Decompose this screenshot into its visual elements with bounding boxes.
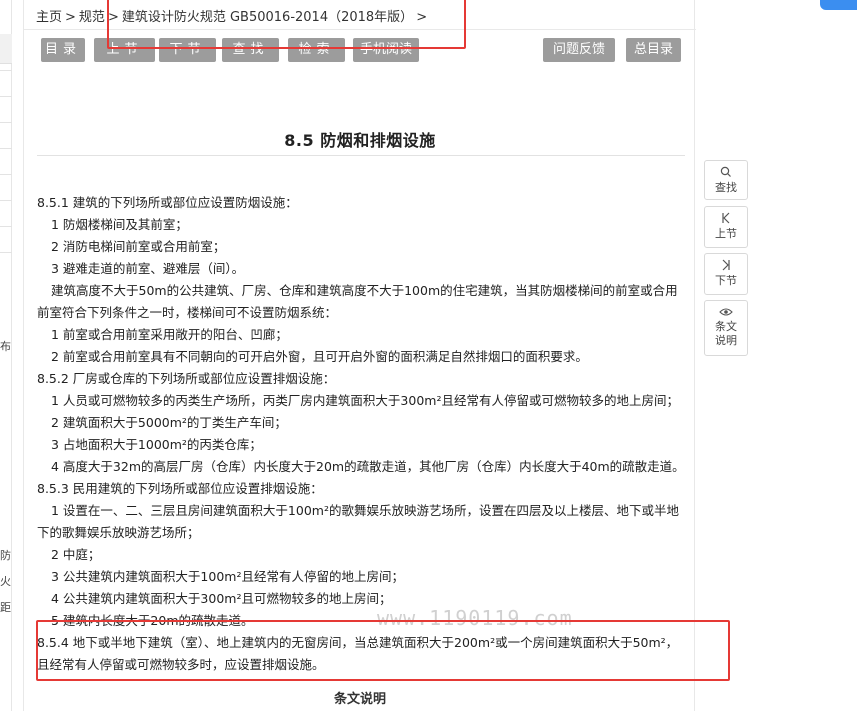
divider <box>37 155 685 156</box>
clause-item-continued: 下的歌舞娱乐放映游艺场所； <box>37 525 200 540</box>
clause-item: 1 防烟楼梯间及其前室； <box>51 217 188 232</box>
breadcrumb-standards[interactable]: 规范 <box>79 10 105 25</box>
document-panel: 主页 > 规范 > 建筑设计防火规范 GB50016-2014（2018年版） > 目录 … <box>23 0 696 711</box>
clause-item: 3 避难走道的前室、避难层（间）。 <box>51 261 245 276</box>
divider <box>0 122 12 123</box>
clause-heading: 8.5.3 民用建筑的下列场所或部位应设置排烟设施： <box>37 481 323 496</box>
clause-item: 2 前室或合用前室具有不同朝向的可开启外窗，且可开启外窗的面积满足自然排烟口的面… <box>51 349 588 364</box>
clause-item: 2 建筑面积大于5000m²的丁类生产车间； <box>51 415 287 430</box>
side-prev-label: 上节 <box>715 227 737 240</box>
side-find-label: 查找 <box>715 181 737 194</box>
clause-item: 3 公共建筑内建筑面积大于100m²且经常有人停留的地上房间； <box>51 569 404 584</box>
left-sidebar-tab[interactable] <box>0 34 12 64</box>
side-next-button[interactable]: 下节 <box>704 253 748 295</box>
breadcrumb-home[interactable]: 主页 <box>36 10 62 25</box>
divider <box>0 252 12 253</box>
left-text-fragment: 距 <box>0 601 11 614</box>
skip-forward-icon <box>705 259 747 274</box>
side-prev-button[interactable]: 上节 <box>704 206 748 248</box>
divider <box>0 70 12 71</box>
clause-item: 1 前室或合用前室采用敞开的阳台、凹廊； <box>51 327 288 342</box>
clause-item: 4 高度大于32m的高层厂房（仓库）内长度大于20m的疏散走道，其他厂房（仓库）… <box>51 459 685 474</box>
divider <box>0 96 12 97</box>
clause-paragraph: 建筑高度不大于50m的公共建筑、厂房、仓库和建筑高度不大于100m的住宅建筑，当… <box>51 283 678 298</box>
side-next-label: 下节 <box>715 274 737 287</box>
side-notes-label-line2: 说明 <box>715 334 737 347</box>
skip-back-icon <box>705 212 747 227</box>
divider <box>0 226 12 227</box>
clause-item: 1 设置在一、二、三层且房间建筑面积大于100m²的歌舞娱乐放映游艺场所，设置在… <box>51 503 679 518</box>
corner-widget[interactable] <box>820 0 857 10</box>
section-body: 8.5.1 建筑的下列场所或部位应设置防烟设施： 1 防烟楼梯间及其前室； 2 … <box>37 192 692 676</box>
search-icon <box>705 166 747 181</box>
clause-item: 2 中庭； <box>51 547 101 562</box>
eye-icon <box>705 306 747 320</box>
divider <box>0 148 12 149</box>
feedback-button[interactable]: 问题反馈 <box>543 38 615 62</box>
divider <box>0 200 12 201</box>
toc-button[interactable]: 目录 <box>41 38 85 62</box>
clause-notes-heading[interactable]: 条文说明 <box>24 688 696 707</box>
master-toc-button[interactable]: 总目录 <box>626 38 681 62</box>
clause-paragraph-continued: 前室符合下列条件之一时，楼梯间可不设置防烟系统： <box>37 305 338 320</box>
side-notes-button[interactable]: 条文 说明 <box>704 300 748 356</box>
clause-heading: 8.5.1 建筑的下列场所或部位应设置防烟设施： <box>37 195 298 210</box>
page-title: 8.5 防烟和排烟设施 <box>284 131 436 150</box>
clause-item: 2 消防电梯间前室或合用前室； <box>51 239 226 254</box>
highlight-box-title <box>107 0 466 49</box>
left-text-fragment: 火 <box>0 575 11 588</box>
side-notes-label-line1: 条文 <box>715 320 737 333</box>
clause-item: 4 公共建筑内建筑面积大于300m²且可燃物较多的地上房间； <box>51 591 392 606</box>
clause-item: 3 占地面积大于1000m²的丙类仓库； <box>51 437 262 452</box>
left-sidebar-edge: 布 防 火 距 <box>0 0 12 711</box>
left-text-fragment: 布 <box>0 340 11 353</box>
clause-heading: 8.5.2 厂房或仓库的下列场所或部位应设置排烟设施： <box>37 371 336 386</box>
side-find-button[interactable]: 查找 <box>704 160 748 200</box>
divider <box>0 174 12 175</box>
clause-item: 1 人员或可燃物较多的丙类生产场所，丙类厂房内建筑面积大于300m²且经常有人停… <box>51 393 679 408</box>
highlight-box-clause-8-5-4 <box>36 620 730 681</box>
left-text-fragment: 防 <box>0 549 11 562</box>
breadcrumb-separator: > <box>65 10 76 25</box>
